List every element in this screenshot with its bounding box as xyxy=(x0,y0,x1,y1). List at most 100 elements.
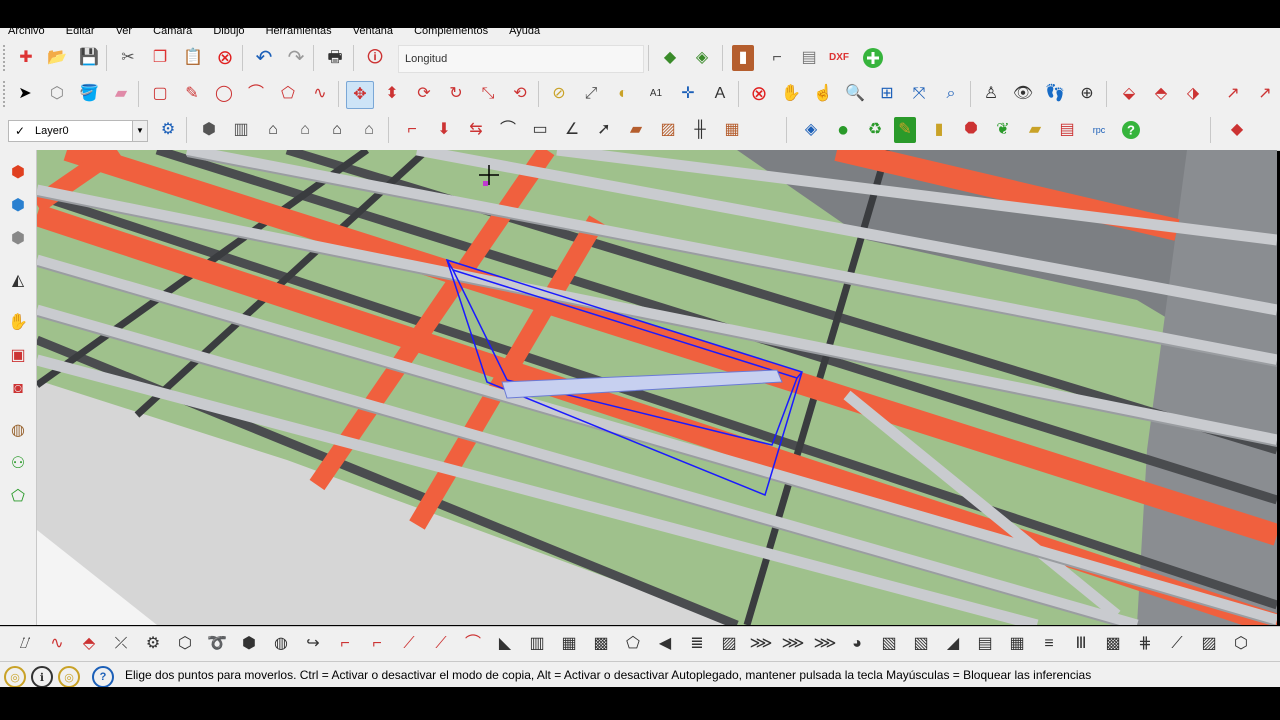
print-icon[interactable]: 🖶 xyxy=(322,45,348,71)
push-pull-icon[interactable]: ⬍ xyxy=(379,81,405,107)
terrain-icon[interactable]: ◆ xyxy=(657,45,683,71)
ruby-icon[interactable]: ◆ xyxy=(1224,117,1250,143)
geo-location-icon[interactable]: ◎ xyxy=(4,666,26,688)
undo-icon[interactable]: ↶ xyxy=(251,45,277,71)
menu-herramientas[interactable]: Herramientas xyxy=(266,28,332,37)
previous-view-icon[interactable]: ⌕ xyxy=(938,81,964,107)
grid-2-icon[interactable]: ▩ xyxy=(1100,631,1126,657)
text-icon[interactable]: A1 xyxy=(643,81,669,107)
stripes-2-icon[interactable]: ▧ xyxy=(908,631,934,657)
menu-archivo[interactable]: Archivo xyxy=(8,28,45,37)
film-icon[interactable]: ▤ xyxy=(1054,117,1080,143)
component-icon[interactable]: ▮ xyxy=(732,45,754,71)
grid-icon[interactable]: ▦ xyxy=(556,631,582,657)
add-location-icon[interactable]: ⬙ xyxy=(1116,81,1142,107)
corner-2-icon[interactable]: ⌐ xyxy=(364,631,390,657)
panel-icon[interactable]: ▤ xyxy=(972,631,998,657)
move-tool-icon[interactable]: ✥ xyxy=(346,81,374,109)
mirror-icon[interactable]: ◭ xyxy=(5,268,31,294)
bars-icon[interactable]: ▥ xyxy=(524,631,550,657)
paint-bucket-icon[interactable]: 🪣 xyxy=(76,81,102,107)
hand-icon[interactable]: ☝ xyxy=(810,81,836,107)
shell-icon[interactable]: ◍ xyxy=(5,418,31,444)
rotate-icon[interactable]: ⟳ xyxy=(411,81,437,107)
leaf-icon[interactable]: ❦ xyxy=(990,117,1016,143)
hand-icon[interactable]: ✋ xyxy=(5,310,31,336)
fold-icon[interactable]: ◀ xyxy=(652,631,678,657)
help-icon[interactable]: ? xyxy=(1118,117,1144,143)
drop-icon[interactable]: ⬇ xyxy=(431,117,457,143)
fillet-icon[interactable]: ⌒ xyxy=(495,117,521,143)
lattice-icon[interactable]: ▦ xyxy=(1004,631,1030,657)
rectangle-icon[interactable]: ▢ xyxy=(147,81,173,107)
save-icon[interactable]: 💾 xyxy=(76,45,102,71)
iso-view-icon[interactable]: ⬢ xyxy=(196,117,222,143)
stair-icon[interactable]: ⌐ xyxy=(399,117,425,143)
menu-dibujo[interactable]: Dibujo xyxy=(213,28,244,37)
redo-icon[interactable]: ↷ xyxy=(283,45,309,71)
joint-icon[interactable]: ⤫ xyxy=(108,631,134,657)
surface-icon[interactable]: ⬠ xyxy=(620,631,646,657)
zoom-window-icon[interactable]: ⊞ xyxy=(874,81,900,107)
layer-manager-icon[interactable]: ⚙ xyxy=(155,117,181,143)
polygon-icon[interactable]: ⬠ xyxy=(275,81,301,107)
paste-icon[interactable]: 📋 xyxy=(180,45,206,71)
stack-icon[interactable]: ≣ xyxy=(684,631,710,657)
joist-icon[interactable]: ╫ xyxy=(687,117,713,143)
extrude-icon[interactable]: ⬘ xyxy=(76,631,102,657)
curve-icon[interactable]: ↪ xyxy=(300,631,326,657)
left-view-icon[interactable]: ⌂ xyxy=(356,117,382,143)
folder-icon[interactable]: ▰ xyxy=(1022,117,1048,143)
pencil-icon[interactable]: ✎ xyxy=(894,117,916,143)
framing-icon[interactable]: ▦ xyxy=(719,117,745,143)
clipboard-icon[interactable]: ▮ xyxy=(926,117,952,143)
mesh-icon[interactable]: ▩ xyxy=(588,631,614,657)
blue-cube-icon[interactable]: ⬢ xyxy=(5,193,31,219)
arc-icon[interactable]: ⌒ xyxy=(243,81,269,107)
menu-ventana[interactable]: Ventana xyxy=(353,28,393,37)
document-icon[interactable]: ▤ xyxy=(796,45,822,71)
menu-complementos[interactable]: Complementos xyxy=(414,28,488,37)
terrain-toggle-icon[interactable]: ⬘ xyxy=(1148,81,1174,107)
offset-icon[interactable]: ⟲ xyxy=(507,81,533,107)
layer-selector[interactable]: ✓ Layer0 ▼ xyxy=(8,120,148,142)
tape-measure-icon[interactable]: ⊘ xyxy=(546,81,572,107)
cube-outline-icon[interactable]: ⬡ xyxy=(1228,631,1254,657)
arch-icon[interactable]: ⌒ xyxy=(460,631,486,657)
orbit-icon[interactable]: ⊗ xyxy=(746,81,772,107)
erase-icon[interactable]: ⊗ xyxy=(212,45,238,71)
sphere-icon[interactable]: ● xyxy=(830,117,856,143)
distribute-icon[interactable]: ⇆ xyxy=(463,117,489,143)
wood-block-icon[interactable]: ▰ xyxy=(623,117,649,143)
ramp-icon[interactable]: ⟋ xyxy=(428,631,454,657)
corner-icon[interactable]: ⌐ xyxy=(332,631,358,657)
soap-bubble-icon[interactable]: ⬡ xyxy=(172,631,198,657)
grey-cube-icon[interactable]: ⬢ xyxy=(5,226,31,252)
stripes-icon[interactable]: ▧ xyxy=(876,631,902,657)
front-view-icon[interactable]: ⌂ xyxy=(260,117,286,143)
hatch-icon[interactable]: ▨ xyxy=(716,631,742,657)
model-info-icon[interactable]: 🛈 xyxy=(362,45,388,71)
bezier-icon[interactable]: ⌰ xyxy=(12,631,38,657)
recycle-icon[interactable]: ♻ xyxy=(862,117,888,143)
instructor-help-icon[interactable]: ? xyxy=(92,666,114,688)
top-view-icon[interactable]: ▥ xyxy=(228,117,254,143)
select-arrow-icon[interactable]: ➤ xyxy=(12,81,38,107)
protractor-icon[interactable]: ◐ xyxy=(610,81,636,107)
nodes-icon[interactable]: ⚇ xyxy=(5,451,31,477)
axes-icon[interactable]: ✛ xyxy=(675,81,701,107)
freehand-icon[interactable]: ∿ xyxy=(307,81,333,107)
beam-icon[interactable]: ▭ xyxy=(527,117,553,143)
toolbar-grip[interactable] xyxy=(3,81,8,107)
right-view-icon[interactable]: ⌂ xyxy=(292,117,318,143)
menu-ver[interactable]: Ver xyxy=(116,28,133,37)
follow-me-icon[interactable]: ↻ xyxy=(443,81,469,107)
eraser-icon[interactable]: ▰ xyxy=(108,81,134,107)
stroke-icon[interactable]: ⟋ xyxy=(1164,631,1190,657)
back-view-icon[interactable]: ⌂ xyxy=(324,117,350,143)
menu-camara[interactable]: Cámara xyxy=(153,28,192,37)
measurements-box[interactable]: Longitud xyxy=(398,45,644,73)
solar-north-icon[interactable]: ↗ xyxy=(1220,81,1246,107)
fan-2-icon[interactable]: ⋙ xyxy=(780,631,806,657)
window-icon[interactable]: ▣ xyxy=(5,343,31,369)
